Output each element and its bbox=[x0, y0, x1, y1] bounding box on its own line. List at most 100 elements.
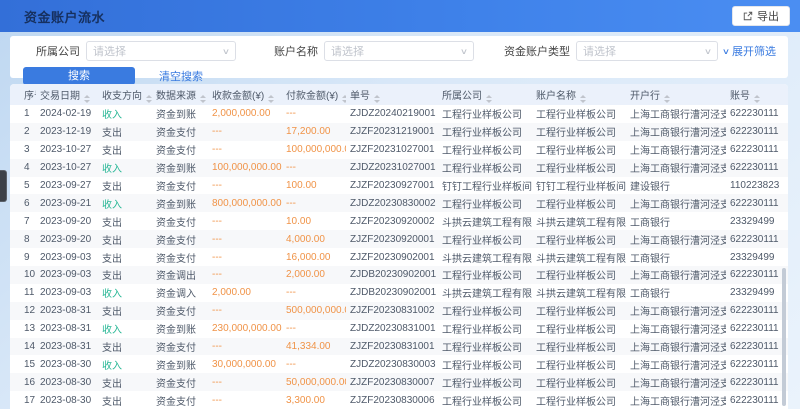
table-cell: 10 bbox=[10, 266, 36, 284]
table-cell: 工程行业样板公司 bbox=[438, 391, 532, 409]
column-header[interactable]: 收款金额(¥) bbox=[208, 84, 282, 105]
column-header[interactable]: 账户名称 bbox=[532, 84, 626, 105]
sort-icon[interactable] bbox=[374, 95, 380, 103]
table-row: 102023-09-03支出资金调出---2,000.00ZJDB2023090… bbox=[10, 266, 788, 284]
table-row: 32023-10-27支出资金支付---100,000,000.00ZJZF20… bbox=[10, 141, 788, 159]
column-header[interactable]: 交易日期 bbox=[36, 84, 98, 105]
table-cell: 2023-08-30 bbox=[36, 355, 98, 373]
table-cell: 622230111 bbox=[726, 355, 788, 373]
table-cell: 100.00 bbox=[282, 177, 346, 195]
table-cell: ZJDB20230902001 bbox=[346, 266, 438, 284]
column-header[interactable]: 所属公司 bbox=[438, 84, 532, 105]
table-cell: 收入 bbox=[98, 194, 152, 212]
table-cell: ZJDZ20230830003 bbox=[346, 355, 438, 373]
table-cell: 斗拱云建筑工程有限公司 bbox=[438, 212, 532, 230]
column-header[interactable]: 账号 bbox=[726, 84, 788, 105]
table-cell: 3 bbox=[10, 141, 36, 159]
table-cell: 622230111 bbox=[726, 373, 788, 391]
sort-icon[interactable] bbox=[342, 95, 346, 103]
table-cell: 30,000,000.00 bbox=[208, 355, 282, 373]
account-name-select[interactable]: 请选择 ∨ bbox=[324, 41, 474, 61]
column-header[interactable]: 收支方向 bbox=[98, 84, 152, 105]
page-header: 资金账户流水 导出 bbox=[0, 0, 800, 32]
table-cell: 支出 bbox=[98, 123, 152, 141]
sort-icon[interactable] bbox=[200, 95, 206, 103]
table-cell: --- bbox=[282, 105, 346, 123]
sort-icon[interactable] bbox=[754, 95, 760, 103]
left-dock-handle[interactable] bbox=[0, 170, 7, 202]
table-cell: 工程行业样板公司 bbox=[532, 355, 626, 373]
table-cell: 资金到账 bbox=[152, 105, 208, 123]
table-cell: 资金调出 bbox=[152, 266, 208, 284]
table-cell: 工程行业样板公司 bbox=[438, 373, 532, 391]
column-header[interactable]: 数据来源 bbox=[152, 84, 208, 105]
expand-filters-link[interactable]: ∨ 展开筛选 bbox=[723, 43, 776, 59]
table-cell: 工商银行 bbox=[626, 248, 726, 266]
table-cell: 2,000,000.00 bbox=[208, 105, 282, 123]
vertical-scrollbar[interactable] bbox=[782, 268, 786, 406]
search-button[interactable]: 搜索 bbox=[23, 67, 135, 85]
table-cell: 收入 bbox=[98, 105, 152, 123]
table-cell: 110223823 bbox=[726, 177, 788, 195]
sort-icon[interactable] bbox=[580, 95, 586, 103]
account-type-select[interactable]: 请选择 ∨ bbox=[576, 41, 718, 61]
table-cell: 资金到账 bbox=[152, 194, 208, 212]
table-cell: 工程行业样板公司 bbox=[532, 159, 626, 177]
table-row: 92023-09-03支出资金支付---16,000.00ZJZF2023090… bbox=[10, 248, 788, 266]
table-cell: 上海工商银行漕河泾支行 bbox=[626, 302, 726, 320]
table-cell: 8 bbox=[10, 230, 36, 248]
company-select[interactable]: 请选择 ∨ bbox=[86, 41, 236, 61]
table-cell: 工程行业样板公司 bbox=[532, 373, 626, 391]
table-cell: 工程行业样板公司 bbox=[438, 230, 532, 248]
filter-panel: 所属公司 请选择 ∨ 账户名称 请选择 ∨ 资金账户类型 请选择 ∨ ∨ 展开筛… bbox=[10, 36, 788, 78]
table-cell: 资金到账 bbox=[152, 355, 208, 373]
table-row: 122023-08-31支出资金支付---500,000,000.00ZJZF2… bbox=[10, 302, 788, 320]
table-cell: 上海工商银行漕河泾支行 bbox=[626, 159, 726, 177]
table-cell: 工程行业样板公司 bbox=[532, 391, 626, 409]
table-cell: 2023-08-31 bbox=[36, 302, 98, 320]
export-button[interactable]: 导出 bbox=[732, 6, 790, 26]
table-row: 42023-10-27收入资金到账100,000,000.00---ZJDZ20… bbox=[10, 159, 788, 177]
page-title: 资金账户流水 bbox=[24, 7, 105, 26]
column-header[interactable]: 单号 bbox=[346, 84, 438, 105]
table-cell: 15 bbox=[10, 355, 36, 373]
table-cell: 上海工商银行漕河泾支行 bbox=[626, 230, 726, 248]
table-cell: 2023-09-03 bbox=[36, 266, 98, 284]
table-cell: ZJZF20230927001 bbox=[346, 177, 438, 195]
column-header[interactable]: 开户行 bbox=[626, 84, 726, 105]
table-cell: 2023-09-03 bbox=[36, 284, 98, 302]
table-cell: 2023-09-03 bbox=[36, 248, 98, 266]
table-cell: 3,300.00 bbox=[282, 391, 346, 409]
sort-icon[interactable] bbox=[664, 95, 670, 103]
table-cell: 支出 bbox=[98, 248, 152, 266]
sort-icon[interactable] bbox=[486, 95, 492, 103]
table-cell: 4 bbox=[10, 159, 36, 177]
sort-icon[interactable] bbox=[146, 95, 152, 103]
chevron-down-icon: ∨ bbox=[460, 47, 468, 56]
table-cell: 2 bbox=[10, 123, 36, 141]
table-cell: 资金支付 bbox=[152, 248, 208, 266]
table-cell: 500,000,000.00 bbox=[282, 302, 346, 320]
clear-search-button[interactable]: 清空搜索 bbox=[159, 68, 203, 84]
table-cell: 2023-09-21 bbox=[36, 194, 98, 212]
table-cell: --- bbox=[208, 123, 282, 141]
table-header-row: 序号交易日期收支方向数据来源收款金额(¥)付款金额(¥)单号所属公司账户名称开户… bbox=[10, 84, 788, 105]
table-cell: 1 bbox=[10, 105, 36, 123]
table-cell: 斗拱云建筑工程有限公司 bbox=[532, 212, 626, 230]
table-cell: 41,334.00 bbox=[282, 338, 346, 356]
table-cell: 16,000.00 bbox=[282, 248, 346, 266]
table-cell: 收入 bbox=[98, 355, 152, 373]
table-cell: 斗拱云建筑工程有限公司 bbox=[438, 284, 532, 302]
sort-icon[interactable] bbox=[84, 95, 90, 103]
table-cell: 12 bbox=[10, 302, 36, 320]
table-cell: 资金支付 bbox=[152, 123, 208, 141]
table-cell: 100,000,000.00 bbox=[208, 159, 282, 177]
table-cell: ZJZF20231027001 bbox=[346, 141, 438, 159]
column-header: 序号 bbox=[10, 84, 36, 105]
table-cell: 收入 bbox=[98, 284, 152, 302]
table-cell: 2023-08-30 bbox=[36, 391, 98, 409]
column-header[interactable]: 付款金额(¥) bbox=[282, 84, 346, 105]
table-cell: 收入 bbox=[98, 159, 152, 177]
table-cell: 13 bbox=[10, 320, 36, 338]
sort-icon[interactable] bbox=[268, 95, 274, 103]
